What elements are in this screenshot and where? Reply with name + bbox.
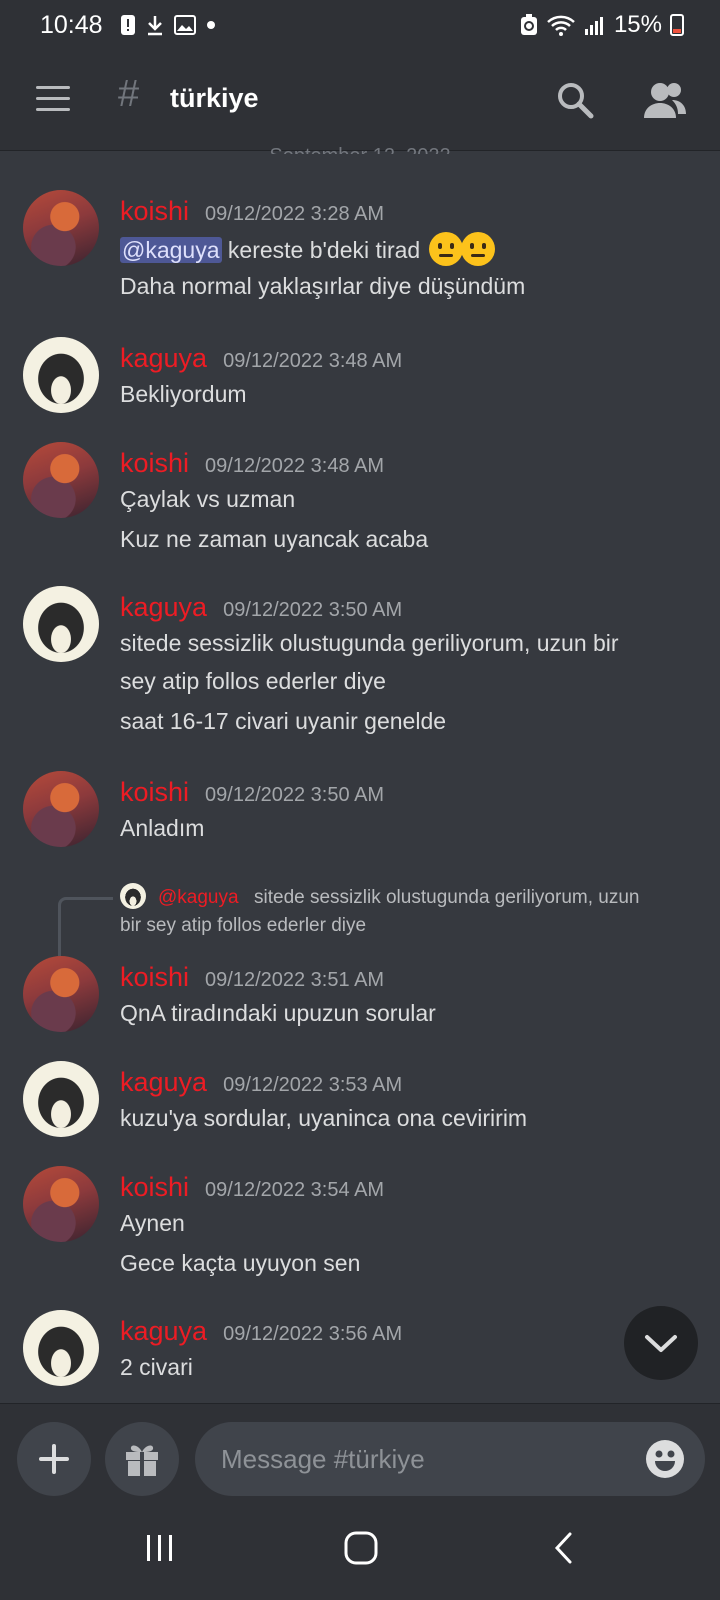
message-text: Anladım [120, 815, 205, 841]
message-text: Kuz ne zaman uyancak acaba [120, 526, 429, 552]
message-text: Bekliyordum [120, 381, 247, 407]
avatar[interactable] [23, 337, 99, 413]
scroll-to-bottom-button[interactable] [624, 1306, 698, 1380]
username[interactable]: koishi [120, 196, 189, 227]
image-icon [174, 15, 196, 35]
gift-icon [126, 1445, 158, 1476]
neutral-face-emoji-icon [428, 232, 463, 266]
avatar[interactable] [23, 956, 99, 1032]
add-attachment-button[interactable] [17, 1422, 91, 1496]
timestamp: 09/12/2022 3:54 AM [205, 1179, 385, 1201]
avatar[interactable] [23, 1061, 99, 1137]
message-text: sey atip follos ederler diye [120, 668, 386, 694]
timestamp: 09/12/2022 3:50 AM [205, 784, 385, 806]
reply-text: sitede sessizlik olustugunda geriliyorum… [254, 887, 640, 908]
back-icon[interactable] [552, 1531, 576, 1565]
members-icon[interactable] [642, 80, 688, 120]
avatar[interactable] [23, 1166, 99, 1242]
username[interactable]: kaguya [120, 1316, 207, 1347]
battery-icon [670, 14, 684, 36]
neutral-face-emoji-icon [460, 232, 495, 266]
status-bar: 10:48 15% [0, 0, 720, 50]
message-text: sitede sessizlik olustugunda geriliyorum… [120, 630, 619, 656]
username[interactable]: kaguya [120, 343, 207, 374]
avatar[interactable] [23, 1310, 99, 1386]
avatar[interactable] [23, 190, 99, 266]
system-navigation-bar [0, 1503, 720, 1600]
message-input[interactable] [195, 1422, 705, 1496]
channel-hash-icon: # [118, 73, 140, 115]
status-time: 10:48 [40, 11, 103, 39]
alert-icon [121, 15, 135, 35]
date-divider: September 12, 2022 [0, 136, 720, 154]
username[interactable]: kaguya [120, 592, 207, 623]
plus-icon [39, 1444, 69, 1474]
wifi-icon [547, 15, 575, 36]
download-icon [148, 16, 162, 36]
message-text: saat 16-17 civari uyanir genelde [120, 708, 447, 734]
channel-title: türkiye [170, 83, 259, 113]
gift-button[interactable] [105, 1422, 179, 1496]
username[interactable]: koishi [120, 1172, 189, 1203]
username[interactable]: kaguya [120, 1067, 207, 1098]
reply-connector [58, 897, 113, 956]
search-icon[interactable] [555, 80, 595, 120]
battery-saver-icon [520, 14, 537, 35]
timestamp: 09/12/2022 3:50 AM [223, 599, 403, 621]
message-text: Gece kaçta uyuyon sen [120, 1250, 361, 1276]
avatar[interactable] [23, 586, 99, 662]
status-right: 15% [520, 11, 684, 39]
reply-avatar [120, 883, 146, 909]
recent-apps-icon[interactable] [145, 1533, 175, 1563]
chevron-down-icon [645, 1335, 677, 1352]
notification-icons [120, 14, 216, 36]
username[interactable]: koishi [120, 962, 189, 993]
reply-text: bir sey atip follos ederler diye [120, 915, 367, 936]
timestamp: 09/12/2022 3:51 AM [205, 969, 385, 991]
message-text: 2 civari [120, 1354, 193, 1380]
message-text: Aynen [120, 1210, 185, 1236]
message-text: kereste b'deki tirad [221, 237, 421, 263]
message-text: Çaylak vs uzman [120, 486, 296, 512]
message-text: kuzu'ya sordular, uyaninca ona ceviririm [120, 1105, 528, 1131]
reply-mention[interactable]: @kaguya [158, 887, 239, 909]
message-text: QnA tiradındaki upuzun sorular [120, 1000, 436, 1026]
timestamp: 09/12/2022 3:53 AM [223, 1074, 403, 1096]
avatar[interactable] [23, 442, 99, 518]
username[interactable]: koishi [120, 448, 189, 479]
message-text: Daha normal yaklaşırlar diye düşündüm [120, 273, 526, 299]
home-icon[interactable] [344, 1531, 378, 1565]
user-mention[interactable]: @kaguya [120, 237, 222, 263]
username[interactable]: koishi [120, 777, 189, 808]
dot-icon [207, 21, 215, 29]
message-composer [0, 1403, 720, 1504]
battery-percent: 15% [613, 11, 662, 38]
emoji-icon[interactable] [645, 1439, 685, 1479]
timestamp: 09/12/2022 3:48 AM [223, 350, 403, 372]
hamburger-menu-icon[interactable] [36, 86, 70, 112]
reply-preview[interactable]: @kaguya sitede sessizlik olustugunda ger… [58, 883, 718, 956]
avatar[interactable] [23, 771, 99, 847]
timestamp: 09/12/2022 3:28 AM [205, 203, 385, 225]
timestamp: 09/12/2022 3:48 AM [205, 455, 385, 477]
timestamp: 09/12/2022 3:56 AM [223, 1323, 403, 1345]
signal-icon [584, 17, 603, 35]
